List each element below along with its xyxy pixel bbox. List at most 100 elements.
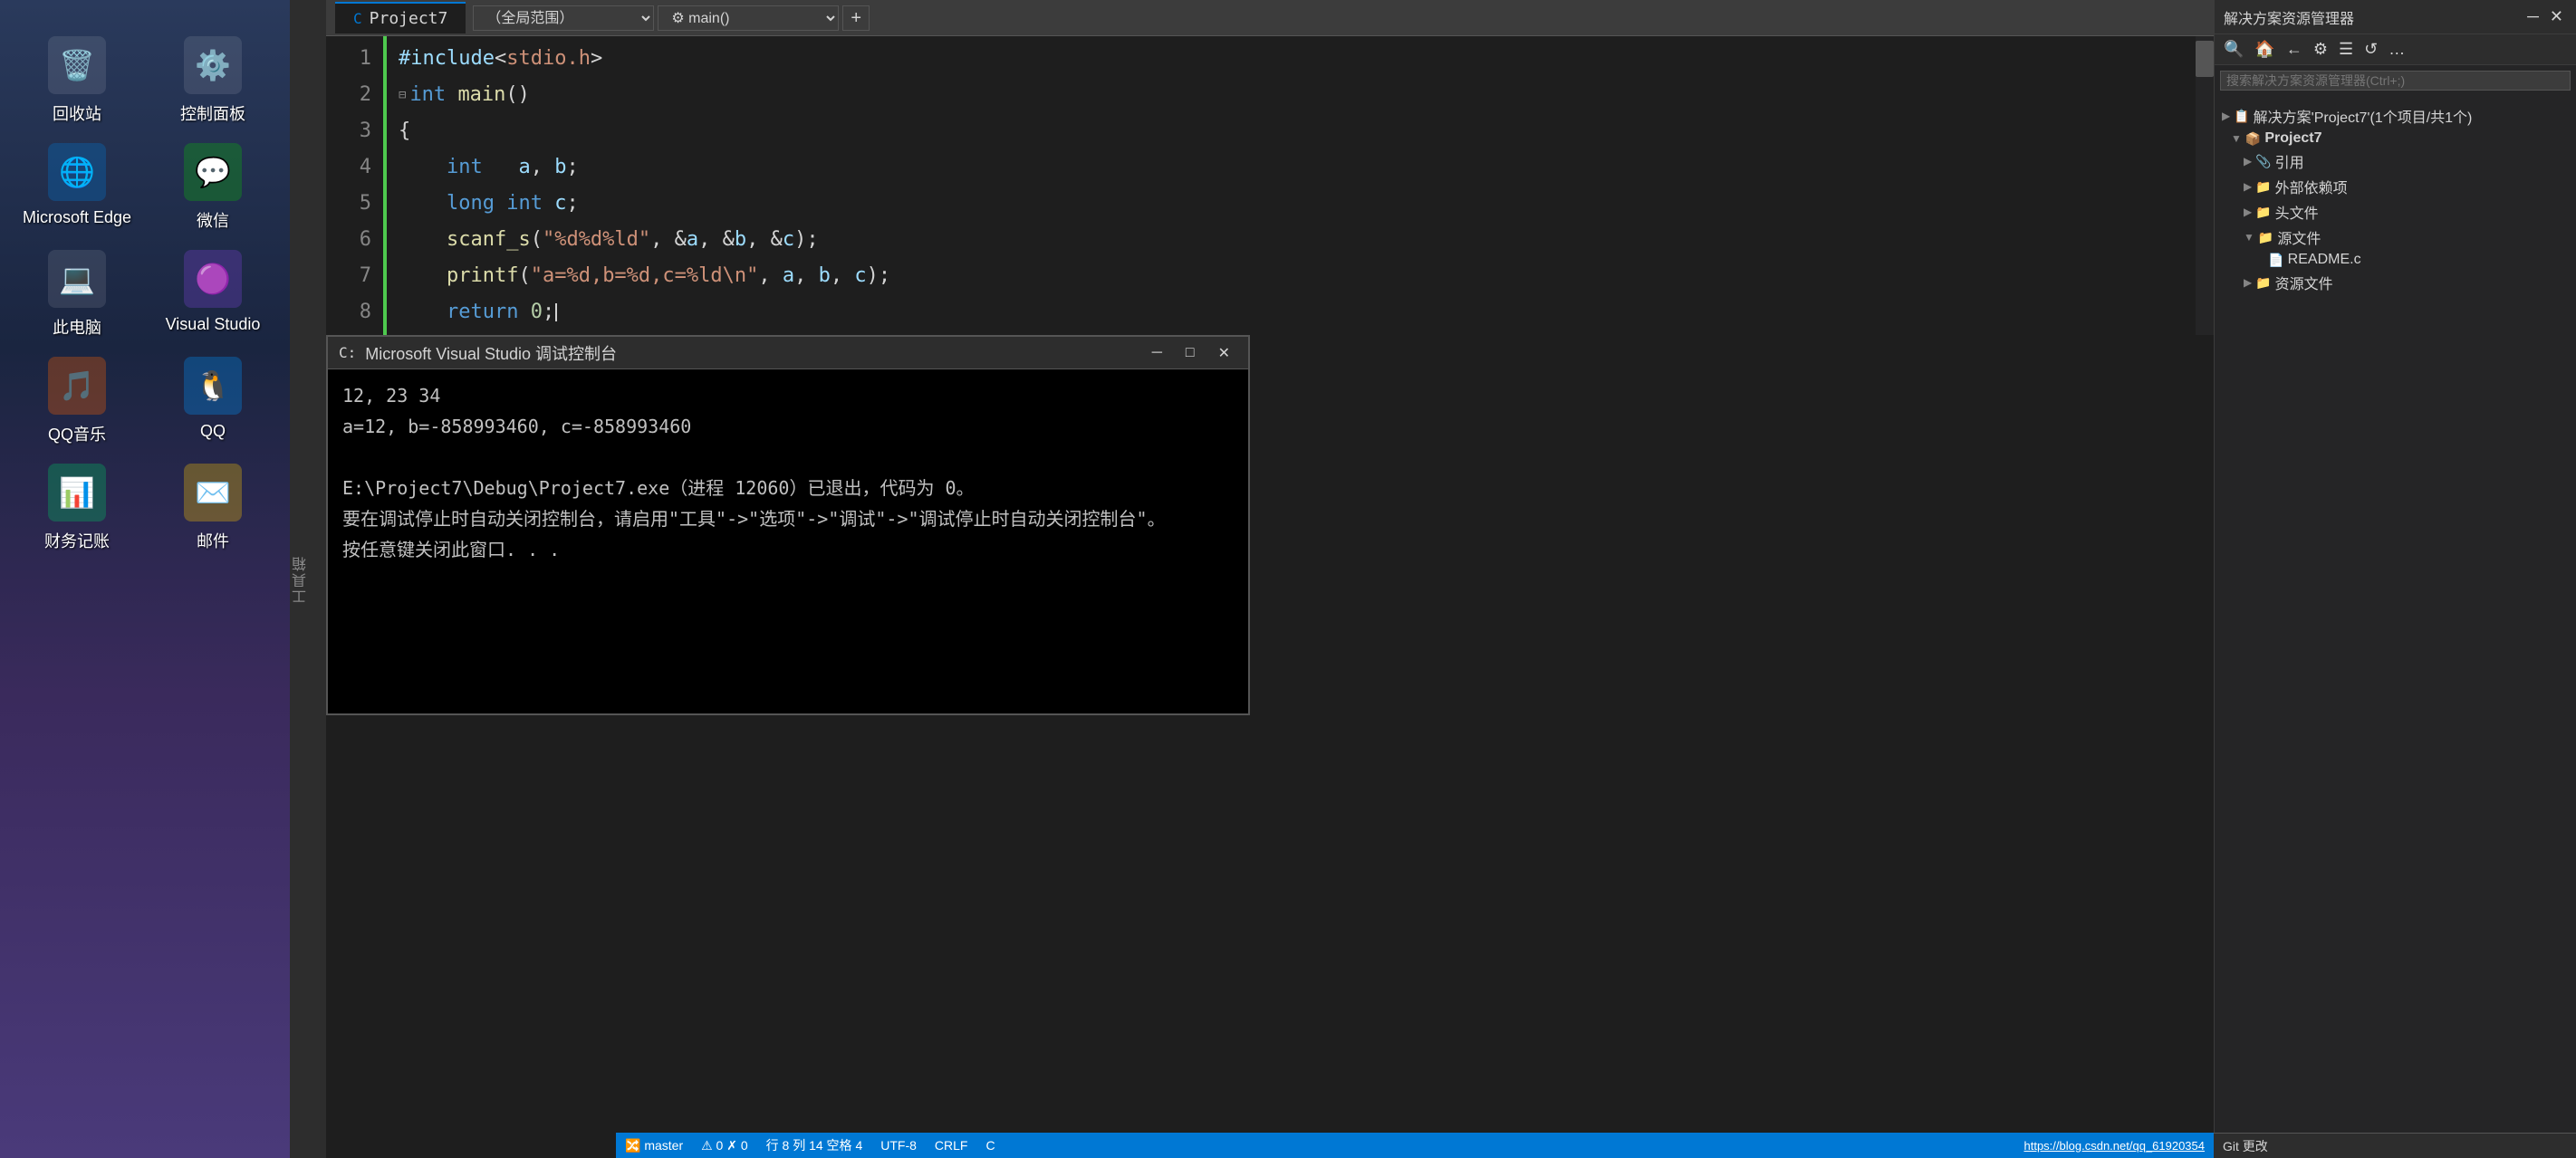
vs-statusbar: 🔀 master ⚠ 0 ✗ 0 行 8 列 14 空格 4 UTF-8 CRL…: [616, 1133, 2214, 1158]
controlpanel-icon: ⚙️: [184, 36, 242, 94]
debug-line-3: [342, 442, 1234, 473]
right-panel-minimize[interactable]: ─: [2523, 5, 2542, 28]
vs-right-panel: 解决方案资源管理器 ─ ✕ 🔍 🏠 ← ⚙ ☰ ↺ … ▶ 📋 解决方案'Pro…: [2214, 0, 2576, 1158]
qq-icon: 🐧: [184, 357, 242, 415]
fn-main: main: [457, 77, 505, 113]
desktop-icon-wechat[interactable]: 💬 微信: [154, 143, 272, 232]
left-toolbar: 工具箱: [290, 0, 326, 1158]
external-deps-icon: 📁: [2255, 179, 2271, 195]
wechat-icon: 💬: [184, 143, 242, 201]
include-header: stdio.h: [506, 41, 591, 77]
str-fmt1: "%d%d%ld": [543, 222, 650, 258]
git-bar[interactable]: Git 更改: [2214, 1133, 2576, 1158]
external-deps-label: 外部依赖项: [2275, 176, 2348, 197]
debug-console-icon: C:: [339, 344, 356, 361]
right-panel-title: 解决方案资源管理器: [2224, 6, 2354, 28]
git-label: Git 更改: [2223, 1137, 2268, 1155]
brace-open: {: [399, 113, 410, 149]
tab-icon: C: [353, 10, 362, 27]
rpt-btn-refresh[interactable]: ↺: [2360, 38, 2381, 61]
wechat-label: 微信: [197, 208, 229, 232]
readme-c-label: README.c: [2288, 252, 2361, 268]
right-panel-win-controls: ─ ✕: [2523, 5, 2567, 28]
debug-minimize-button[interactable]: ─: [1145, 343, 1169, 363]
desktop-panel: 🗑️ 回收站 ⚙️ 控制面板 🌐 Microsoft Edge 💬 微信 💻 此…: [0, 0, 290, 1158]
right-panel-close[interactable]: ✕: [2546, 5, 2567, 28]
status-crlf: CRLF: [935, 1138, 968, 1153]
desktop-icon-edge[interactable]: 🌐 Microsoft Edge: [18, 143, 136, 232]
se-readme-c[interactable]: ▶ 📄 README.c: [2222, 250, 2569, 270]
references-arrow: ▶: [2244, 155, 2252, 167]
rpt-btn-search[interactable]: 🔍: [2220, 38, 2247, 61]
collapse-btn-2[interactable]: ⊟: [399, 77, 406, 113]
preprocessor-1: #include: [399, 41, 495, 77]
scope-select[interactable]: （全局范围）: [473, 5, 654, 31]
desktop-icon-recycle[interactable]: 🗑️ 回收站: [18, 36, 136, 125]
debug-close-button[interactable]: ✕: [1211, 342, 1237, 364]
se-source-files[interactable]: ▼ 📁 源文件: [2222, 225, 2569, 250]
code-line-3: {: [399, 113, 2196, 149]
desktop-icon-qqmusic[interactable]: 🎵 QQ音乐: [18, 357, 136, 445]
debug-console: C: Microsoft Visual Studio 调试控制台 ─ □ ✕ 1…: [326, 335, 1250, 715]
desktop-icon-email[interactable]: ✉️ 邮件: [154, 464, 272, 552]
qqmusic-label: QQ音乐: [48, 422, 106, 445]
desktop-icon-qq[interactable]: 🐧 QQ: [154, 357, 272, 445]
thispc-icon: 💻: [48, 250, 106, 308]
modified-bar: [380, 36, 389, 335]
debug-line-1: 12, 23 34: [342, 380, 1234, 411]
rpt-btn-settings[interactable]: ⚙: [2310, 38, 2331, 61]
rpt-btn-filter[interactable]: ☰: [2335, 38, 2357, 61]
scrollbar-thumb[interactable]: [2196, 41, 2214, 77]
recycle-label: 回收站: [53, 101, 101, 125]
fn-printf: printf: [447, 258, 518, 294]
se-external-deps[interactable]: ▶ 📁 外部依赖项: [2222, 174, 2569, 199]
controlpanel-label: 控制面板: [180, 101, 245, 125]
debug-content: 12, 23 34 a=12, b=-858993460, c=-8589934…: [328, 369, 1248, 713]
search-area: [2215, 65, 2576, 96]
finance-label: 财务记账: [44, 529, 110, 552]
code-content[interactable]: #include<stdio.h> ⊟int main() { int a, b…: [389, 36, 2196, 335]
recycle-icon: 🗑️: [48, 36, 106, 94]
code-line-2: ⊟int main(): [399, 77, 2196, 113]
desktop-icon-vs2019[interactable]: 🟣 Visual Studio: [154, 250, 272, 339]
desktop-icon-controlpanel[interactable]: ⚙️ 控制面板: [154, 36, 272, 125]
rpt-btn-home[interactable]: 🏠: [2251, 38, 2278, 61]
debug-title: Microsoft Visual Studio 调试控制台: [365, 341, 1135, 365]
solution-search-input[interactable]: [2220, 71, 2571, 91]
se-references[interactable]: ▶ 📎 引用: [2222, 148, 2569, 174]
se-resource-files[interactable]: ▶ 📁 资源文件: [2222, 270, 2569, 295]
rpt-btn-back[interactable]: ←: [2283, 38, 2306, 61]
se-project-root[interactable]: ▼ 📦 Project7: [2222, 129, 2569, 148]
code-line-5: long int c;: [399, 186, 2196, 222]
status-url[interactable]: https://blog.csdn.net/qq_61920354: [2024, 1139, 2206, 1153]
status-encoding: UTF-8: [880, 1138, 917, 1153]
code-line-6: scanf_s("%d%d%ld", &a, &b, &c);: [399, 222, 2196, 258]
func-select[interactable]: ⚙ main(): [658, 5, 839, 31]
editor-scrollbar[interactable]: [2196, 36, 2214, 335]
se-solution-root[interactable]: ▶ 📋 解决方案'Project7'(1个项目/共1个): [2222, 103, 2569, 129]
finance-icon: 📊: [48, 464, 106, 522]
desktop-icon-thispc[interactable]: 💻 此电脑: [18, 250, 136, 339]
add-scope-button[interactable]: +: [842, 5, 870, 31]
var-a: a: [518, 149, 530, 186]
project-icon: 📦: [2245, 131, 2261, 147]
right-panel-header: 解决方案资源管理器 ─ ✕: [2215, 0, 2576, 34]
header-files-arrow: ▶: [2244, 206, 2252, 218]
desktop-icon-finance[interactable]: 📊 财务记账: [18, 464, 136, 552]
qqmusic-icon: 🎵: [48, 357, 106, 415]
source-files-icon: 📁: [2258, 230, 2273, 245]
vs2019-label: Visual Studio: [166, 315, 261, 334]
readme-c-arrow: ▶: [2256, 254, 2264, 266]
debug-restore-button[interactable]: □: [1178, 343, 1202, 363]
text-cursor: [555, 303, 557, 321]
status-errors: ⚠ 0 ✗ 0: [701, 1138, 748, 1153]
source-files-arrow: ▼: [2244, 231, 2254, 244]
edge-label: Microsoft Edge: [23, 208, 131, 227]
code-line-8: return 0;: [399, 294, 2196, 330]
vs-tab-project7[interactable]: C Project7: [335, 2, 466, 33]
rpt-btn-more[interactable]: …: [2385, 38, 2408, 61]
source-files-label: 源文件: [2277, 226, 2321, 248]
tab-name: Project7: [370, 9, 448, 28]
solution-explorer-tree: ▶ 📋 解决方案'Project7'(1个项目/共1个) ▼ 📦 Project…: [2215, 96, 2576, 1158]
se-header-files[interactable]: ▶ 📁 头文件: [2222, 199, 2569, 225]
